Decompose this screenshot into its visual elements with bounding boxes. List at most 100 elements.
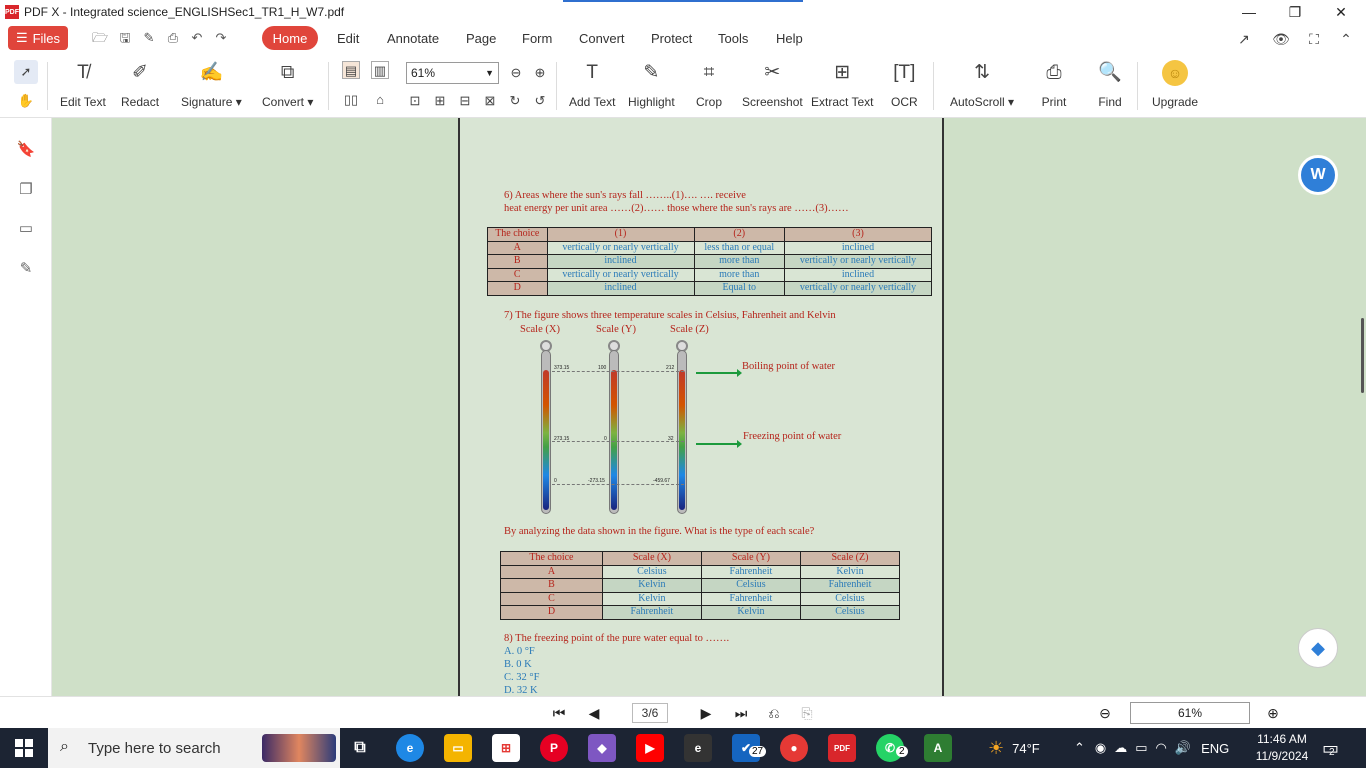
last-page-icon[interactable]: ⏭ [732,704,750,722]
share-icon[interactable]: ↗ [1235,30,1253,48]
edit-text-tool[interactable]: T̸ Edit Text [60,60,106,109]
menu-annotate[interactable]: Annotate [387,31,439,46]
menu-protect[interactable]: Protect [651,31,692,46]
cover-page-icon[interactable]: ⌂ [371,91,389,109]
menu-home[interactable]: Home [262,26,318,50]
menu-help[interactable]: Help [776,31,803,46]
first-page-icon[interactable]: ⏮ [550,704,568,722]
zoom-out-icon[interactable]: ⊖ [1096,704,1114,722]
screenshot-tool[interactable]: ✂ Screenshot [742,60,803,109]
single-page-icon[interactable]: ▤ [342,61,360,79]
fit-width-icon[interactable]: ⊟ [456,92,474,110]
add-text-tool[interactable]: T Add Text [569,60,615,109]
tomato-app-icon[interactable]: ● [780,734,808,762]
ai-assistant-icon[interactable]: ◆ [1298,628,1338,668]
signature-icon: ✍ [199,62,224,83]
hamburger-icon: ☰ [15,30,28,45]
task-view-icon[interactable]: ⧉ [346,734,374,762]
go-forward-icon[interactable]: ⎘ [798,704,816,722]
pinterest-icon[interactable]: P [540,734,568,762]
q8-option: D. 32 K [504,685,538,696]
rotate-cw-icon[interactable]: ↻ [506,92,524,110]
document-viewer[interactable]: 6) Areas where the sun's rays fall ……..(… [52,118,1366,696]
print-tool[interactable]: ⎙ Print [1041,60,1067,109]
weather-widget[interactable]: ☀ 74°F [988,728,1040,768]
taskbar-search[interactable]: ⌕ Type here to search [48,728,340,768]
autoscroll-tool[interactable]: ⇅ AutoScroll ▾ [950,60,1014,109]
table-cell: Kelvin [601,578,702,593]
ocr-tool[interactable]: [T] OCR [891,60,918,109]
file-explorer-icon[interactable]: ▭ [444,734,472,762]
two-page-icon[interactable]: ▯▯ [342,91,360,109]
spreadsheet-app-icon[interactable]: A [924,734,952,762]
tick-label: 32 [668,436,674,442]
microsoft-store-icon[interactable]: ⊞ [492,734,520,762]
redo-icon[interactable]: ↷ [213,30,229,46]
windows-start-icon[interactable] [0,728,48,768]
menu-tools[interactable]: Tools [718,31,748,46]
comments-icon[interactable]: ▭ [16,219,36,239]
menu-form[interactable]: Form [522,31,552,46]
convert-tool[interactable]: ⧉ Convert ▾ [262,60,313,109]
crop-icon: ⌗ [703,62,715,83]
signature-tool[interactable]: ✍ Signature ▾ [181,60,242,109]
table-cell: Celsius [799,591,901,606]
upgrade-tool[interactable]: ☺ Upgrade [1152,60,1198,109]
prev-page-icon[interactable]: ◀ [585,704,603,722]
convert-to-word-icon[interactable]: W [1298,155,1338,195]
pdfx-app-icon[interactable]: PDF [828,734,856,762]
youtube-icon[interactable]: ▶ [636,734,664,762]
zoom-out-icon[interactable]: ⊖ [507,64,525,82]
find-tool[interactable]: 🔍 Find [1097,60,1123,109]
crop-tool[interactable]: ⌗ Crop [696,60,722,109]
collapse-ribbon-icon[interactable]: ⌃ [1337,30,1355,48]
next-page-icon[interactable]: ▶ [697,704,715,722]
menu-convert[interactable]: Convert [579,31,625,46]
close-icon[interactable]: ✕ [1318,0,1364,24]
table-cell: C [500,591,603,606]
actual-size-icon[interactable]: ⊡ [406,92,424,110]
print-quick-icon[interactable]: ⎙ [165,30,181,46]
bookmark-icon[interactable]: 🔖 [16,140,36,160]
app-cube-icon[interactable]: ◆ [588,734,616,762]
menu-edit[interactable]: Edit [337,31,359,46]
signatures-panel-icon[interactable]: ✎ [16,259,36,279]
save-as-icon[interactable]: ✎ [141,30,157,46]
highlight-tool[interactable]: ✎ Highlight [628,60,675,109]
thermometer-z [676,340,688,516]
chevron-down-icon: ▼ [485,68,494,78]
files-button[interactable]: ☰ Files [8,26,68,50]
edge-browser-icon[interactable]: e [396,734,424,762]
media-app-icon[interactable]: e [684,734,712,762]
fit-visible-icon[interactable]: ⊠ [481,92,499,110]
redact-tool[interactable]: ✐ Redact [121,60,159,109]
read-mode-icon[interactable]: 👁 [1272,30,1290,48]
save-icon[interactable]: 🖫 [117,30,133,46]
taskbar-clock[interactable]: 11:46 AM 11/9/2024 [1252,731,1312,765]
zoom-in-icon[interactable]: ⊕ [1264,704,1282,722]
open-folder-icon[interactable]: 🗁 [92,30,108,46]
select-cursor-icon[interactable]: ➚ [14,60,38,84]
extract-text-tool[interactable]: ⊞ Extract Text [811,60,873,109]
go-back-icon[interactable]: ⎌ [765,704,783,722]
fit-page-icon[interactable]: ⊞ [431,92,449,110]
zoom-field[interactable]: 61% [1130,702,1250,724]
thumbnails-icon[interactable]: ❐ [16,180,36,200]
fullscreen-icon[interactable]: ⛶ [1305,30,1323,48]
zoom-in-icon[interactable]: ⊕ [531,64,549,82]
undo-icon[interactable]: ↶ [189,30,205,46]
minimize-icon[interactable]: — [1226,0,1272,24]
zoom-select[interactable]: 61% ▼ [406,62,499,84]
hand-tool-icon[interactable]: ✋ [17,92,35,110]
page-number-input[interactable]: 3/6 [632,703,668,723]
continuous-page-icon[interactable]: ▥ [371,61,389,79]
restore-icon[interactable]: ❐ [1272,0,1318,24]
boiling-arrow [696,369,742,377]
vertical-scrollbar[interactable] [1361,318,1364,393]
system-tray-icons[interactable]: ⌃ ◉ ☁ ▭ ◠ 🔊 ENG [1074,728,1229,768]
scale-x-label: Scale (X) [520,324,560,335]
menu-page[interactable]: Page [466,31,496,46]
search-highlight-image [262,734,336,762]
notification-center-icon[interactable]: ▭ 2 [1322,728,1339,768]
rotate-ccw-icon[interactable]: ↺ [531,92,549,110]
